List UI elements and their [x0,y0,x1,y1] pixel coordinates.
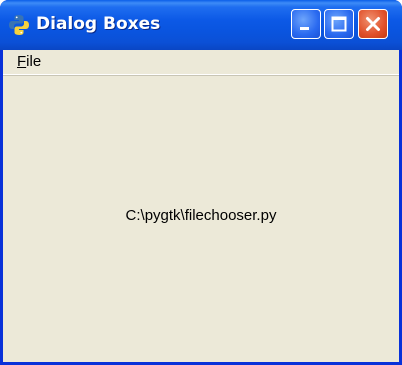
minimize-icon [300,27,309,30]
menu-item-file-mnemonic: F [17,53,27,70]
selected-file-label: C:\pygtk\filechooser.py [125,207,277,224]
app-window: Dialog Boxes File C:\pygtk\filechooser.p… [0,0,402,365]
menu-item-file-label: ile [26,53,42,70]
window-client-area: File C:\pygtk\filechooser.py [3,50,399,362]
menu-item-file[interactable]: File [11,53,47,71]
close-button[interactable] [358,9,388,39]
maximize-icon [331,16,347,32]
python-icon [9,15,29,35]
window-title: Dialog Boxes [36,14,161,34]
title-bar[interactable]: Dialog Boxes [0,0,402,50]
minimize-button[interactable] [291,9,321,39]
close-icon [366,17,380,31]
maximize-button[interactable] [324,9,354,39]
menu-bar: File [3,50,399,75]
